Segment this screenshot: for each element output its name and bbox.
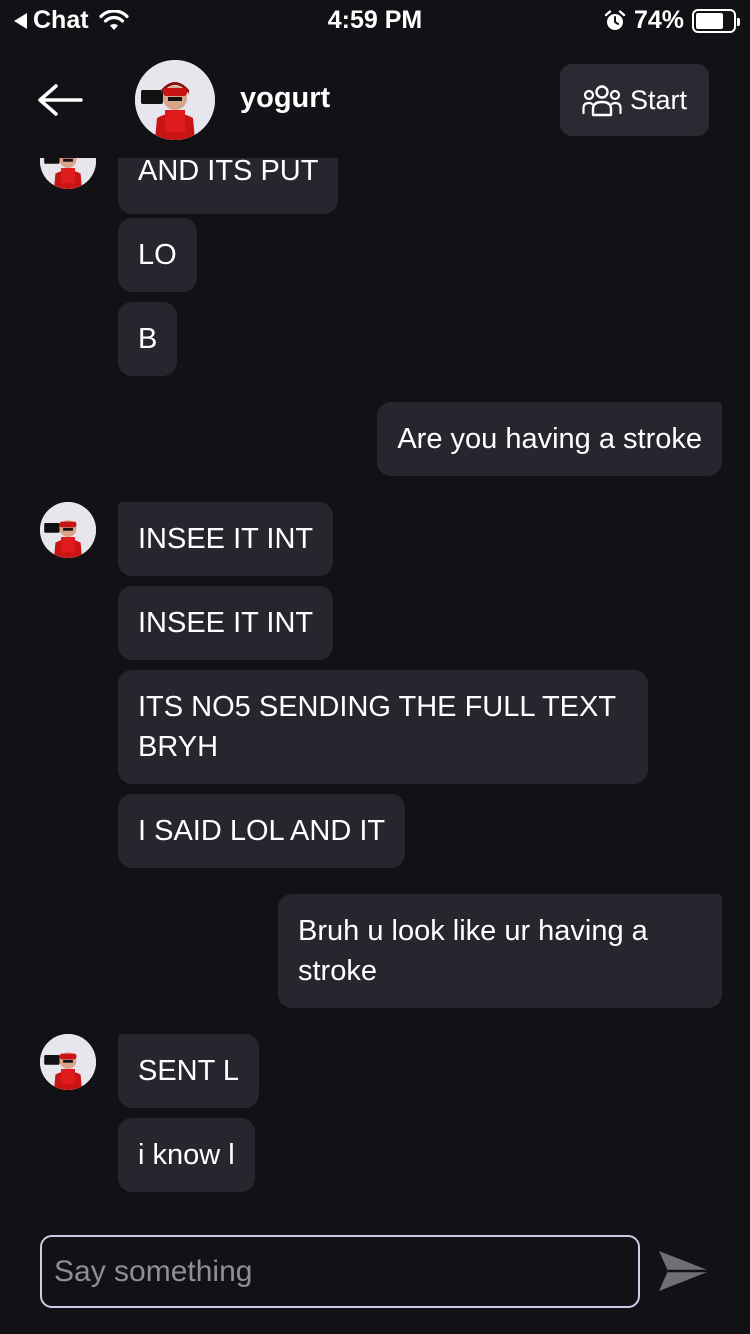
start-button-label: Start xyxy=(629,84,688,115)
sender-avatar[interactable] xyxy=(40,502,96,558)
avatar-figure-icon xyxy=(135,60,215,140)
message-list[interactable]: AND ITS PUT LO B Are you having a stroke… xyxy=(0,158,750,1218)
start-group-button[interactable]: Start xyxy=(560,64,709,136)
incoming-message[interactable]: I SAID LOL AND IT xyxy=(118,794,406,868)
incoming-message[interactable]: SENT L xyxy=(118,1034,260,1108)
outgoing-message[interactable]: Are you having a stroke xyxy=(377,402,722,476)
sender-avatar[interactable] xyxy=(40,158,96,189)
back-arrow-icon[interactable] xyxy=(36,78,84,122)
send-icon[interactable] xyxy=(656,1248,712,1294)
avatar-figure-icon xyxy=(40,158,96,189)
chat-screen: Chat 4:59 PM 74% yogurt Start AND ITS PU… xyxy=(0,0,750,1334)
avatar-figure-icon xyxy=(40,1034,96,1090)
outgoing-message[interactable]: Bruh u look like ur having a stroke xyxy=(278,894,722,1008)
status-indicators: 74% xyxy=(604,6,740,35)
incoming-message[interactable]: INSEE IT INT xyxy=(118,502,334,576)
battery-level-fill xyxy=(696,12,723,29)
message-input[interactable] xyxy=(42,1237,638,1306)
alarm-icon xyxy=(604,9,626,30)
incoming-message[interactable]: B xyxy=(118,302,178,376)
battery-cap xyxy=(737,17,740,26)
battery-percent: 74% xyxy=(633,6,684,34)
incoming-message[interactable]: LO xyxy=(118,218,197,292)
contact-name[interactable]: yogurt xyxy=(240,82,330,115)
status-bar: Chat 4:59 PM 74% xyxy=(0,0,750,42)
group-icon xyxy=(582,85,622,117)
sender-avatar[interactable] xyxy=(40,1034,96,1090)
battery-icon xyxy=(692,8,740,33)
avatar-figure-icon xyxy=(40,502,96,558)
contact-avatar[interactable] xyxy=(135,60,215,140)
incoming-message[interactable]: INSEE IT INT xyxy=(118,586,334,660)
message-input-box[interactable] xyxy=(40,1235,640,1308)
incoming-message[interactable]: i know l xyxy=(118,1118,255,1192)
incoming-message[interactable]: AND ITS PUT xyxy=(118,158,339,214)
incoming-message[interactable]: ITS NO5 SENDING THE FULL TEXT BRYH xyxy=(118,670,648,784)
chat-header: yogurt Start xyxy=(0,58,750,142)
